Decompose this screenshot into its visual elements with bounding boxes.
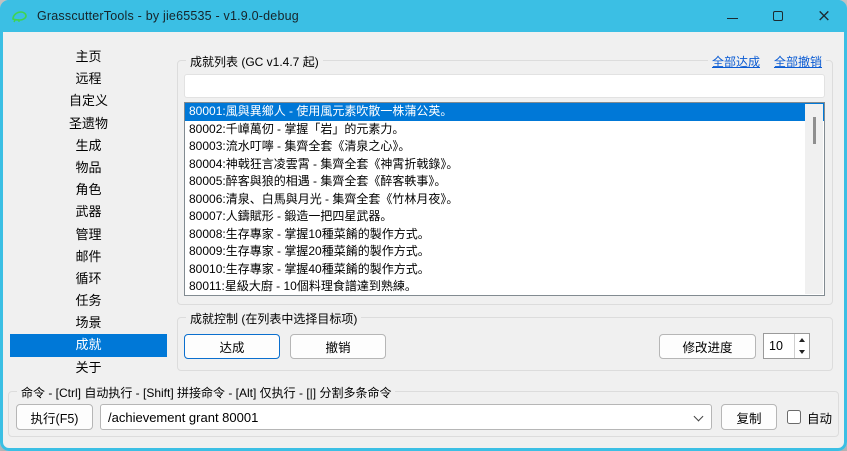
spinner-down-button[interactable]: [795, 346, 809, 358]
achievement-list-group-title: 成就列表 (GC v1.4.7 起): [186, 53, 323, 70]
spinner-buttons: [794, 334, 809, 358]
spinner-up-button[interactable]: [795, 334, 809, 346]
progress-value[interactable]: 10: [764, 334, 794, 358]
spinner-up-icon: [799, 338, 805, 342]
sidebar-item-12[interactable]: 任务: [10, 290, 167, 312]
sidebar-item-7[interactable]: 角色: [10, 179, 167, 201]
command-input[interactable]: [101, 405, 685, 429]
list-scrollbar-thumb[interactable]: [813, 117, 816, 144]
close-icon: ×: [817, 8, 831, 25]
grant-button[interactable]: 达成: [184, 334, 280, 359]
list-scrollbar: [805, 104, 823, 294]
achievement-row[interactable]: 80007:人鑄賦形 - 鍛造一把四星武器。: [185, 208, 824, 226]
achievement-row[interactable]: 80009:生存專家 - 掌握20種菜餚的製作方式。: [185, 243, 824, 261]
sidebar-item-11[interactable]: 循环: [10, 268, 167, 290]
sidebar-item-14[interactable]: 成就: [10, 334, 167, 356]
achievement-control-group-title: 成就控制 (在列表中选择目标项): [186, 310, 361, 327]
sidebar-item-8[interactable]: 武器: [10, 201, 167, 223]
achievement-search-input[interactable]: [184, 74, 825, 98]
sidebar-item-2[interactable]: 远程: [10, 68, 167, 90]
revoke-all-link[interactable]: 全部撤销: [774, 53, 822, 70]
app-logo-icon: [11, 8, 29, 24]
sidebar-item-5[interactable]: 生成: [10, 135, 167, 157]
edit-progress-button[interactable]: 修改进度: [659, 334, 756, 359]
sidebar-item-13[interactable]: 场景: [10, 312, 167, 334]
achievement-row[interactable]: 80002:千嶂萬仞 - 掌握「岩」的元素力。: [185, 121, 824, 139]
app-window: GrasscutterTools - by jie65535 - v1.9.0-…: [0, 0, 847, 451]
window-title: GrasscutterTools - by jie65535 - v1.9.0-…: [37, 9, 299, 23]
run-command-button[interactable]: 执行(F5): [16, 404, 93, 430]
auto-checkbox-label: 自动: [807, 408, 832, 427]
achievement-rows: 80001:風與異鄉人 - 使用風元素吹散一株蒲公英。80002:千嶂萬仞 - …: [185, 103, 824, 296]
spinner-down-icon: [799, 350, 805, 354]
titlebar: GrasscutterTools - by jie65535 - v1.9.0-…: [0, 0, 847, 32]
achievement-list-links: 全部达成 全部撤销: [708, 53, 826, 70]
window-controls: ×: [709, 0, 847, 32]
auto-checkbox[interactable]: [787, 410, 801, 424]
progress-spinner[interactable]: 10: [763, 333, 810, 359]
sidebar-item-4[interactable]: 圣遗物: [10, 113, 167, 135]
achievement-row[interactable]: 80011:星級大廚 - 10個料理食譜達到熟練。: [185, 278, 824, 296]
sidebar-item-3[interactable]: 自定义: [10, 90, 167, 112]
achievement-row[interactable]: 80003:流水叮嚀 - 集齊全套《清泉之心》。: [185, 138, 824, 156]
command-group-title: 命令 - [Ctrl] 自动执行 - [Shift] 拼接命令 - [Alt] …: [17, 384, 395, 401]
maximize-icon: [773, 11, 783, 21]
sidebar-nav: 主页远程自定义圣遗物生成物品角色武器管理邮件循环任务场景成就关于: [10, 46, 167, 379]
sidebar-item-10[interactable]: 邮件: [10, 246, 167, 268]
achievement-listbox: 80001:風與異鄉人 - 使用風元素吹散一株蒲公英。80002:千嶂萬仞 - …: [184, 102, 825, 296]
sidebar-item-1[interactable]: 主页: [10, 46, 167, 68]
chevron-down-icon[interactable]: [694, 412, 704, 422]
achievement-row[interactable]: 80006:清泉、白馬與月光 - 集齊全套《竹林月夜》。: [185, 191, 824, 209]
achievement-row[interactable]: 80005:醉客與狼的相遇 - 集齊全套《醉客軼事》。: [185, 173, 824, 191]
achievement-row[interactable]: 80004:神戟狂言凌雲霄 - 集齊全套《神霄折戟錄》。: [185, 156, 824, 174]
grant-all-link[interactable]: 全部达成: [712, 53, 760, 70]
copy-button[interactable]: 复制: [721, 404, 777, 430]
revoke-button[interactable]: 撤销: [290, 334, 386, 359]
maximize-button[interactable]: [755, 0, 801, 32]
minimize-icon: [727, 18, 738, 19]
sidebar-item-15[interactable]: 关于: [10, 357, 167, 379]
achievement-row[interactable]: 80010:生存專家 - 掌握40種菜餚的製作方式。: [185, 261, 824, 279]
auto-checkbox-wrap[interactable]: 自动: [787, 404, 832, 430]
close-button[interactable]: ×: [801, 0, 847, 32]
achievement-row[interactable]: 80001:風與異鄉人 - 使用風元素吹散一株蒲公英。: [185, 103, 824, 121]
command-combobox: [100, 404, 712, 430]
minimize-button[interactable]: [709, 0, 755, 32]
achievement-row[interactable]: 80008:生存專家 - 掌握10種菜餚的製作方式。: [185, 226, 824, 244]
sidebar-item-6[interactable]: 物品: [10, 157, 167, 179]
sidebar-item-9[interactable]: 管理: [10, 224, 167, 246]
